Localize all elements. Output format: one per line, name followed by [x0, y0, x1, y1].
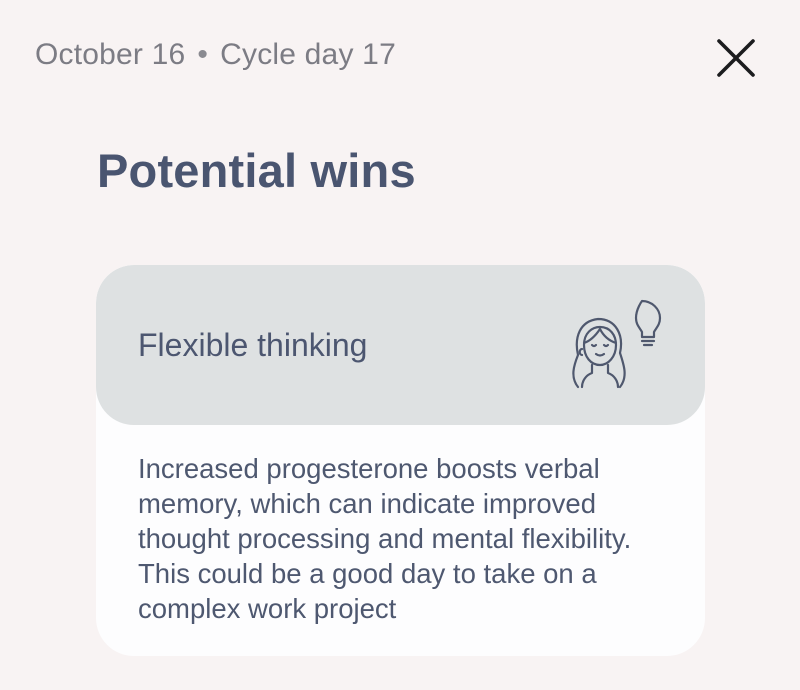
- close-icon[interactable]: [715, 37, 757, 79]
- card-header: Flexible thinking: [96, 265, 705, 425]
- date-label: October 16: [35, 38, 186, 71]
- cycle-day-label: Cycle day 17: [220, 38, 396, 71]
- card-title: Flexible thinking: [138, 327, 368, 363]
- potential-win-card: Flexible thinking Increased progesterone…: [96, 265, 705, 656]
- card-description: Increased progesterone boosts verbal mem…: [138, 453, 632, 624]
- date-cycle-line: October 16 • Cycle day 17: [35, 38, 396, 72]
- date-separator: •: [197, 38, 209, 71]
- close-button[interactable]: [712, 34, 760, 82]
- potential-wins-screen: October 16 • Cycle day 17 Potential wins…: [0, 0, 800, 690]
- woman-lightbulb-icon: [572, 299, 662, 389]
- page-title: Potential wins: [97, 144, 416, 197]
